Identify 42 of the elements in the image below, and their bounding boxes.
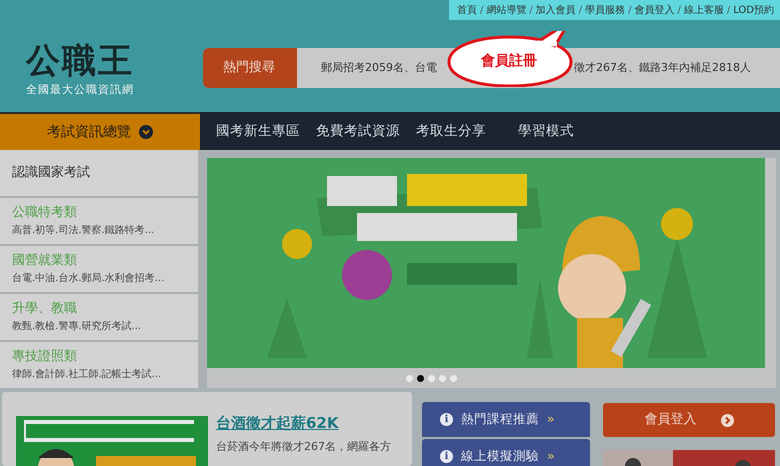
quick-link-button[interactable]: i 熱門課程推薦 » (422, 402, 590, 437)
separator-text: / (628, 4, 632, 18)
carousel-dot[interactable] (450, 374, 457, 382)
info-icon: i (440, 450, 453, 463)
category-subtitle: 教甄.教檢.警專.研究所考試... (12, 320, 142, 334)
separator-text: / (480, 4, 484, 18)
top-nav-link[interactable]: LOD預約 (733, 2, 774, 18)
sidebar-heading[interactable]: 認識國家考試 (12, 163, 90, 183)
top-nav-link[interactable]: 學員服務 (585, 2, 626, 18)
hot-search-label: 熱門搜尋 (203, 48, 297, 88)
hot-search-text[interactable]: 徵才267名、鐵路3年內補足2818人 (574, 60, 751, 76)
separator-text: / (529, 4, 533, 18)
separator-text: / (578, 4, 582, 18)
quick-link-button[interactable]: i 線上模擬測驗 » (422, 439, 590, 466)
menu-button[interactable]: 考試資訊總覽 (0, 112, 200, 150)
separator-text: / (726, 4, 730, 18)
category-subtitle: 律師.會計師.社工師.記帳士考試... (12, 368, 162, 382)
chevron-down-icon (139, 125, 153, 139)
login-button[interactable]: 會員登入 (603, 403, 775, 437)
arrow-right-icon (720, 414, 734, 426)
carousel-dot[interactable] (428, 374, 435, 382)
info-icon: i (440, 413, 453, 426)
top-nav-link[interactable]: 首頁 (456, 2, 477, 18)
top-nav-link[interactable]: 網站導覽 (486, 2, 526, 18)
hot-search-text[interactable]: 郵局招考2059名、台電 (321, 60, 437, 76)
category-subtitle: 高普.初等.司法.警察.鐵路特考... (12, 224, 156, 238)
nav-link[interactable]: 學習模式 (518, 120, 574, 142)
top-nav-link[interactable]: 線上客服 (684, 2, 724, 18)
news-summary: 台菸酒今年將徵才267名，網羅各方 (216, 438, 391, 454)
nav-link[interactable]: 考取生分享 (416, 120, 486, 142)
logo-text[interactable]: 公職王 (26, 44, 134, 78)
carousel-dot[interactable] (417, 374, 424, 382)
logo-tagline: 全國最大公職資訊網 (26, 82, 134, 98)
callout-text[interactable]: 會員註冊 (481, 51, 537, 72)
carousel-dot[interactable] (406, 374, 413, 382)
carousel-dot[interactable] (439, 374, 446, 382)
separator-text: / (677, 4, 681, 18)
nav-link[interactable]: 免費考試資源 (316, 120, 400, 142)
nav-link[interactable]: 國考新生專區 (216, 120, 300, 142)
category-subtitle: 台電.中油.台水.郵局.水利會招考... (12, 272, 166, 286)
top-nav-link[interactable]: 加入會員 (536, 2, 576, 18)
top-nav-link[interactable]: 會員登入 (634, 2, 674, 18)
